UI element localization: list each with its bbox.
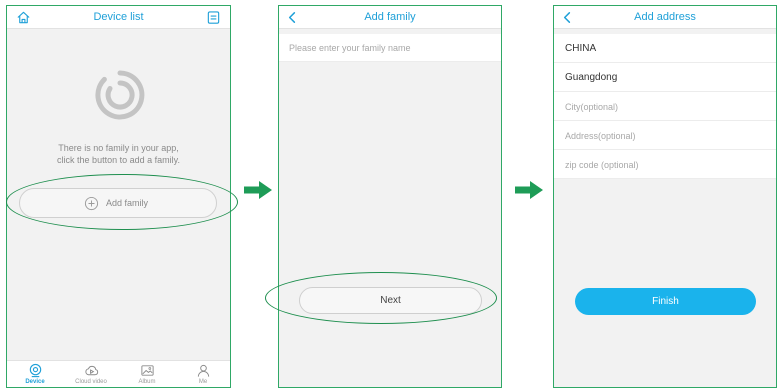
country-value: CHINA <box>565 43 597 54</box>
next-button[interactable]: Next <box>299 287 482 314</box>
add-circle-icon <box>84 196 99 211</box>
tab-label: Cloud video <box>75 379 107 385</box>
add-address-screen: Add address CHINA Guangdong Finish <box>553 5 777 388</box>
zip-row <box>554 150 776 179</box>
tab-label: Device <box>25 379 45 385</box>
empty-state-logo-icon <box>95 70 145 120</box>
address-row <box>554 121 776 150</box>
city-input[interactable] <box>565 92 765 121</box>
tab-label: Album <box>138 379 156 385</box>
country-row[interactable]: CHINA <box>554 34 776 63</box>
empty-state-text-line2: click the button to add a family. <box>57 155 180 165</box>
bottom-tab-bar: Device Cloud video Album Me <box>7 360 230 387</box>
page-title: Add address <box>634 11 696 23</box>
header: Add address <box>554 6 776 29</box>
zip-code-input[interactable] <box>565 150 765 179</box>
header: Device list <box>7 6 230 29</box>
header: Add family <box>279 6 501 29</box>
province-row[interactable]: Guangdong <box>554 63 776 92</box>
finish-button[interactable]: Finish <box>575 288 756 315</box>
list-menu-icon[interactable] <box>206 10 221 25</box>
tab-device[interactable]: Device <box>7 363 63 385</box>
flow-arrow-right-icon <box>514 180 544 200</box>
cloud-play-icon <box>84 365 98 376</box>
tab-cloud-video[interactable]: Cloud video <box>63 363 119 385</box>
flow-arrow-right-icon <box>243 180 273 200</box>
tab-label: Me <box>198 379 208 385</box>
user-icon <box>197 364 209 377</box>
add-family-button[interactable]: Add family <box>19 188 217 218</box>
page-title: Device list <box>93 11 144 23</box>
tab-album[interactable]: Album <box>119 363 175 385</box>
add-family-label: Add family <box>106 198 149 208</box>
address-input[interactable] <box>565 121 765 150</box>
family-name-row <box>279 34 501 62</box>
camera-icon <box>29 363 41 378</box>
page-title: Add family <box>364 11 416 23</box>
device-list-screen: Device list There is no family in your a… <box>6 5 231 388</box>
tab-me[interactable]: Me <box>175 363 230 385</box>
empty-state-text-line1: There is no family in your app, <box>58 143 179 153</box>
add-family-screen: Add family Next <box>278 5 502 388</box>
city-row <box>554 92 776 121</box>
album-icon <box>140 365 154 376</box>
family-name-input[interactable] <box>289 34 489 62</box>
province-value: Guangdong <box>565 72 618 83</box>
